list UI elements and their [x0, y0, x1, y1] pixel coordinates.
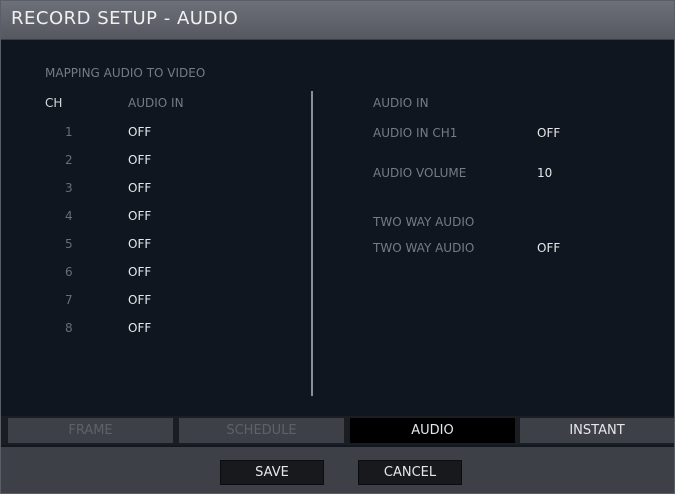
channel-number-8: 8 [65, 321, 73, 335]
tab-schedule[interactable]: SCHEDULE [179, 418, 344, 443]
audio-in-select-ch8[interactable]: OFF [128, 321, 151, 335]
channel-number-7: 7 [65, 293, 73, 307]
audio-in-heading: AUDIO IN [373, 96, 429, 110]
audio-in-select-ch1[interactable]: OFF [128, 125, 151, 139]
audio-in-select-ch4[interactable]: OFF [128, 209, 151, 223]
channel-number-1: 1 [65, 125, 73, 139]
setup-tab-bar: FRAME SCHEDULE AUDIO INSTANT [1, 416, 674, 445]
audio-volume-label: AUDIO VOLUME [373, 166, 467, 180]
title-bar: RECORD SETUP - AUDIO [1, 1, 674, 40]
cancel-button[interactable]: CANCEL [358, 460, 462, 485]
tab-frame[interactable]: FRAME [8, 418, 173, 443]
tab-audio[interactable]: AUDIO [350, 418, 515, 443]
tab-instant[interactable]: INSTANT [520, 418, 674, 443]
channel-number-4: 4 [65, 209, 73, 223]
channel-number-5: 5 [65, 237, 73, 251]
channel-number-3: 3 [65, 181, 73, 195]
ch-column-header: CH [45, 96, 63, 110]
two-way-audio-label: TWO WAY AUDIO [373, 241, 475, 255]
audio-in-select-ch5[interactable]: OFF [128, 237, 151, 251]
audio-in-select-ch7[interactable]: OFF [128, 293, 151, 307]
audio-in-select-ch6[interactable]: OFF [128, 265, 151, 279]
channel-number-6: 6 [65, 265, 73, 279]
audio-in-ch1-select[interactable]: OFF [537, 126, 560, 140]
record-setup-audio-dialog: RECORD SETUP - AUDIO MAPPING AUDIO TO VI… [0, 0, 675, 494]
audio-in-column-header: AUDIO IN [128, 96, 184, 110]
content-panel: MAPPING AUDIO TO VIDEO CH AUDIO IN 1 OFF… [1, 40, 674, 416]
mapping-section-title: MAPPING AUDIO TO VIDEO [45, 66, 206, 80]
save-button[interactable]: SAVE [220, 460, 324, 485]
audio-in-ch1-label: AUDIO IN CH1 [373, 126, 458, 140]
window-title: RECORD SETUP - AUDIO [11, 8, 239, 29]
audio-in-select-ch3[interactable]: OFF [128, 181, 151, 195]
audio-in-select-ch2[interactable]: OFF [128, 153, 151, 167]
two-way-audio-select[interactable]: OFF [537, 241, 560, 255]
audio-volume-select[interactable]: 10 [537, 166, 552, 180]
two-way-audio-heading: TWO WAY AUDIO [373, 215, 475, 229]
footer-bar: SAVE CANCEL [1, 447, 674, 493]
column-divider [311, 91, 313, 396]
channel-number-2: 2 [65, 153, 73, 167]
